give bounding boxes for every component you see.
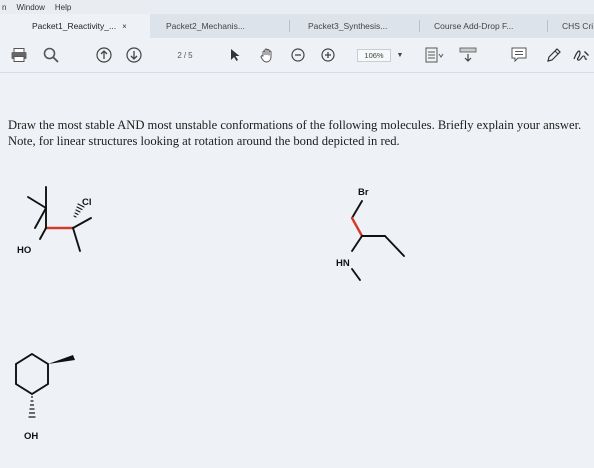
m1-cl-label: Cl	[82, 197, 92, 208]
tab-bar: Packet1_Reactivity_... × Packet2_Mechani…	[0, 14, 594, 38]
page-total: 5	[188, 50, 195, 60]
page-indicator[interactable]: 2 / 5	[166, 47, 206, 63]
prev-page-icon[interactable]	[95, 47, 113, 63]
zoom-dropdown-icon[interactable]: ▼	[396, 47, 404, 63]
m3-wedge-bond	[48, 355, 75, 364]
menu-item-truncated[interactable]: n	[2, 3, 6, 12]
m3-oh-label: OH	[24, 431, 38, 442]
m1-ho-label: HO	[17, 245, 31, 256]
select-cursor-icon[interactable]	[228, 47, 242, 63]
tab-chs[interactable]: CHS Cri	[548, 14, 594, 38]
menu-item-window[interactable]: Window	[16, 3, 44, 12]
next-page-icon[interactable]	[125, 47, 143, 63]
tab-label: Packet3_Synthesis...	[308, 21, 388, 31]
zoom-level[interactable]: 106%	[354, 47, 394, 63]
m2-hn-label: HN	[336, 258, 350, 269]
pen-icon[interactable]	[546, 47, 562, 63]
tab-packet3[interactable]: Packet3_Synthesis...	[290, 14, 420, 38]
print-icon[interactable]	[10, 47, 28, 63]
menu-bar: n Window Help	[0, 0, 594, 14]
tab-packet2[interactable]: Packet2_Mechanis...	[150, 14, 290, 38]
tab-label: CHS Cri	[562, 21, 594, 31]
fit-icon[interactable]	[424, 47, 446, 63]
tab-label: Course Add-Drop F...	[434, 21, 514, 31]
zoom-out-icon[interactable]	[290, 47, 306, 63]
molecule-drawings: Cl HO Br HN OH	[15, 186, 405, 442]
close-icon[interactable]: ×	[122, 22, 127, 31]
scroll-icon[interactable]	[456, 47, 480, 63]
zoom-level-value[interactable]: 106%	[357, 48, 391, 62]
zoom-in-icon[interactable]	[320, 47, 336, 63]
tab-label: Packet1_Reactivity_...	[32, 21, 117, 31]
sign-icon[interactable]	[572, 47, 592, 63]
toolbar: 2 / 5 106% ▼	[0, 38, 594, 73]
molecule-2	[350, 200, 405, 281]
tab-packet1[interactable]: Packet1_Reactivity_... ×	[0, 14, 150, 38]
molecule-3	[15, 352, 49, 396]
menu-item-help[interactable]: Help	[55, 3, 71, 12]
tab-course-add-drop[interactable]: Course Add-Drop F...	[420, 14, 548, 38]
document-page: Draw the most stable AND most unstable c…	[0, 73, 594, 468]
m3-hash-bond	[28, 396, 36, 418]
search-icon[interactable]	[42, 47, 60, 63]
m2-br-label: Br	[358, 187, 369, 198]
hand-icon[interactable]	[258, 47, 276, 63]
comment-icon[interactable]	[510, 47, 528, 63]
tab-label: Packet2_Mechanis...	[166, 21, 245, 31]
